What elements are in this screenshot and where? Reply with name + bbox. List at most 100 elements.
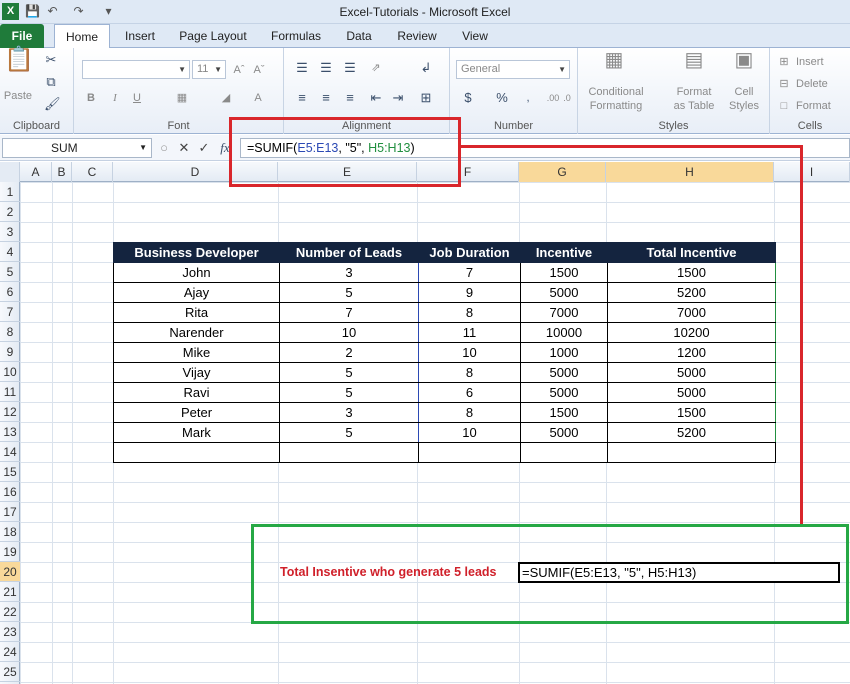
- tab-view[interactable]: View: [452, 24, 498, 48]
- align-right-icon[interactable]: ≡: [342, 90, 358, 106]
- row-header-14[interactable]: 14: [0, 442, 20, 462]
- cell-business-developer[interactable]: Peter: [113, 402, 280, 423]
- row-header-23[interactable]: 23: [0, 622, 20, 642]
- tab-review[interactable]: Review: [390, 24, 444, 48]
- number-format-combo[interactable]: General ▼: [456, 60, 570, 79]
- paste-icon[interactable]: 📋: [4, 48, 34, 72]
- cell-business-developer[interactable]: Ravi: [113, 382, 280, 403]
- column-header-g[interactable]: G: [519, 162, 606, 182]
- decrease-indent-icon[interactable]: ⇤: [368, 90, 384, 106]
- cell-business-developer[interactable]: Rita: [113, 302, 280, 323]
- cell-business-developer[interactable]: Mike: [113, 342, 280, 363]
- cell-empty[interactable]: [279, 442, 419, 463]
- delete-cells-label[interactable]: Delete: [796, 76, 840, 92]
- format-painter-icon[interactable]: 🖌: [44, 96, 61, 112]
- header-job-duration[interactable]: Job Duration: [418, 242, 521, 263]
- formula-options-icon[interactable]: ○: [158, 140, 170, 156]
- fill-color-icon[interactable]: ◢: [218, 90, 234, 106]
- column-header-a[interactable]: A: [20, 162, 52, 182]
- row-header-18[interactable]: 18: [0, 522, 20, 542]
- wrap-text-icon[interactable]: ↲: [418, 60, 434, 76]
- cell-business-developer[interactable]: Mark: [113, 422, 280, 443]
- row-header-20[interactable]: 20: [0, 562, 20, 582]
- cell-job-duration[interactable]: 10: [418, 422, 521, 443]
- cell-business-developer[interactable]: John: [113, 262, 280, 283]
- cell-job-duration[interactable]: 9: [418, 282, 521, 303]
- insert-cells-label[interactable]: Insert: [796, 54, 840, 70]
- format-as-table-icon[interactable]: ▤: [684, 50, 704, 70]
- cell-incentive[interactable]: 1500: [520, 262, 608, 283]
- format-cells-icon[interactable]: □: [776, 98, 792, 114]
- align-left-icon[interactable]: ≡: [294, 90, 310, 106]
- row-header-17[interactable]: 17: [0, 502, 20, 522]
- row-header-16[interactable]: 16: [0, 482, 20, 502]
- row-header-24[interactable]: 24: [0, 642, 20, 662]
- format-as-table-label-2[interactable]: as Table: [670, 98, 718, 114]
- enter-icon[interactable]: ✓: [198, 140, 210, 156]
- percent-icon[interactable]: %: [494, 90, 510, 106]
- cell-total-incentive[interactable]: 1500: [607, 262, 776, 283]
- orientation-icon[interactable]: ⇗: [368, 60, 384, 76]
- cell-total-incentive[interactable]: 5200: [607, 422, 776, 443]
- row-header-21[interactable]: 21: [0, 582, 20, 602]
- cell-incentive[interactable]: 7000: [520, 302, 608, 323]
- copy-icon[interactable]: ⧉: [44, 74, 58, 90]
- cell-job-duration[interactable]: 8: [418, 302, 521, 323]
- conditional-formatting-icon[interactable]: ▦: [604, 50, 624, 70]
- cell-number-of-leads[interactable]: 10: [279, 322, 419, 343]
- align-center-icon[interactable]: ≡: [318, 90, 334, 106]
- cell-job-duration[interactable]: 8: [418, 362, 521, 383]
- tab-home[interactable]: Home: [54, 24, 110, 49]
- cell-number-of-leads[interactable]: 3: [279, 402, 419, 423]
- decrease-decimal-icon[interactable]: .0: [560, 90, 574, 106]
- row-header-12[interactable]: 12: [0, 402, 20, 422]
- font-color-icon[interactable]: A: [250, 90, 266, 106]
- row-header-25[interactable]: 25: [0, 662, 20, 682]
- cell-job-duration[interactable]: 10: [418, 342, 521, 363]
- tab-data[interactable]: Data: [338, 24, 380, 48]
- cell-incentive[interactable]: 5000: [520, 362, 608, 383]
- delete-cells-icon[interactable]: ⊟: [776, 76, 792, 92]
- cell-business-developer[interactable]: Vijay: [113, 362, 280, 383]
- cell-empty[interactable]: [607, 442, 776, 463]
- cell-incentive[interactable]: 5000: [520, 282, 608, 303]
- cell-number-of-leads[interactable]: 5: [279, 362, 419, 383]
- cell-empty[interactable]: [418, 442, 521, 463]
- row-header-6[interactable]: 6: [0, 282, 20, 302]
- cell-incentive[interactable]: 1000: [520, 342, 608, 363]
- tab-page-layout[interactable]: Page Layout: [172, 24, 254, 48]
- row-header-7[interactable]: 7: [0, 302, 20, 322]
- cell-total-incentive[interactable]: 1200: [607, 342, 776, 363]
- paste-label[interactable]: Paste: [0, 88, 36, 104]
- cell-job-duration[interactable]: 8: [418, 402, 521, 423]
- cell-incentive[interactable]: 1500: [520, 402, 608, 423]
- cell-styles-icon[interactable]: ▣: [734, 50, 754, 70]
- cell-incentive[interactable]: 10000: [520, 322, 608, 343]
- font-name-combo[interactable]: ▼: [82, 60, 190, 79]
- row-header-19[interactable]: 19: [0, 542, 20, 562]
- row-header-3[interactable]: 3: [0, 222, 20, 242]
- format-cells-label[interactable]: Format: [796, 98, 840, 114]
- name-box[interactable]: SUM ▼: [2, 138, 152, 158]
- align-top-icon[interactable]: ☰: [294, 60, 310, 76]
- cut-icon[interactable]: ✂: [44, 52, 58, 68]
- underline-button[interactable]: U: [130, 90, 144, 106]
- currency-icon[interactable]: $: [460, 90, 476, 106]
- row-header-9[interactable]: 9: [0, 342, 20, 362]
- tab-formulas[interactable]: Formulas: [264, 24, 328, 48]
- cell-incentive[interactable]: 5000: [520, 422, 608, 443]
- align-bottom-icon[interactable]: ☰: [342, 60, 358, 76]
- header-business-developer[interactable]: Business Developer: [113, 242, 280, 263]
- align-middle-icon[interactable]: ☰: [318, 60, 334, 76]
- italic-button[interactable]: I: [108, 90, 122, 106]
- row-header-8[interactable]: 8: [0, 322, 20, 342]
- header-total-incentive[interactable]: Total Incentive: [607, 242, 776, 263]
- cell-empty[interactable]: [520, 442, 608, 463]
- cell-total-incentive[interactable]: 5200: [607, 282, 776, 303]
- bold-button[interactable]: B: [84, 90, 98, 106]
- conditional-formatting-label-2[interactable]: Formatting: [586, 98, 646, 114]
- header-number-of-leads[interactable]: Number of Leads: [279, 242, 419, 263]
- row-header-1[interactable]: 1: [0, 182, 20, 202]
- merge-center-icon[interactable]: ⊞: [418, 90, 434, 106]
- cell-incentive[interactable]: 5000: [520, 382, 608, 403]
